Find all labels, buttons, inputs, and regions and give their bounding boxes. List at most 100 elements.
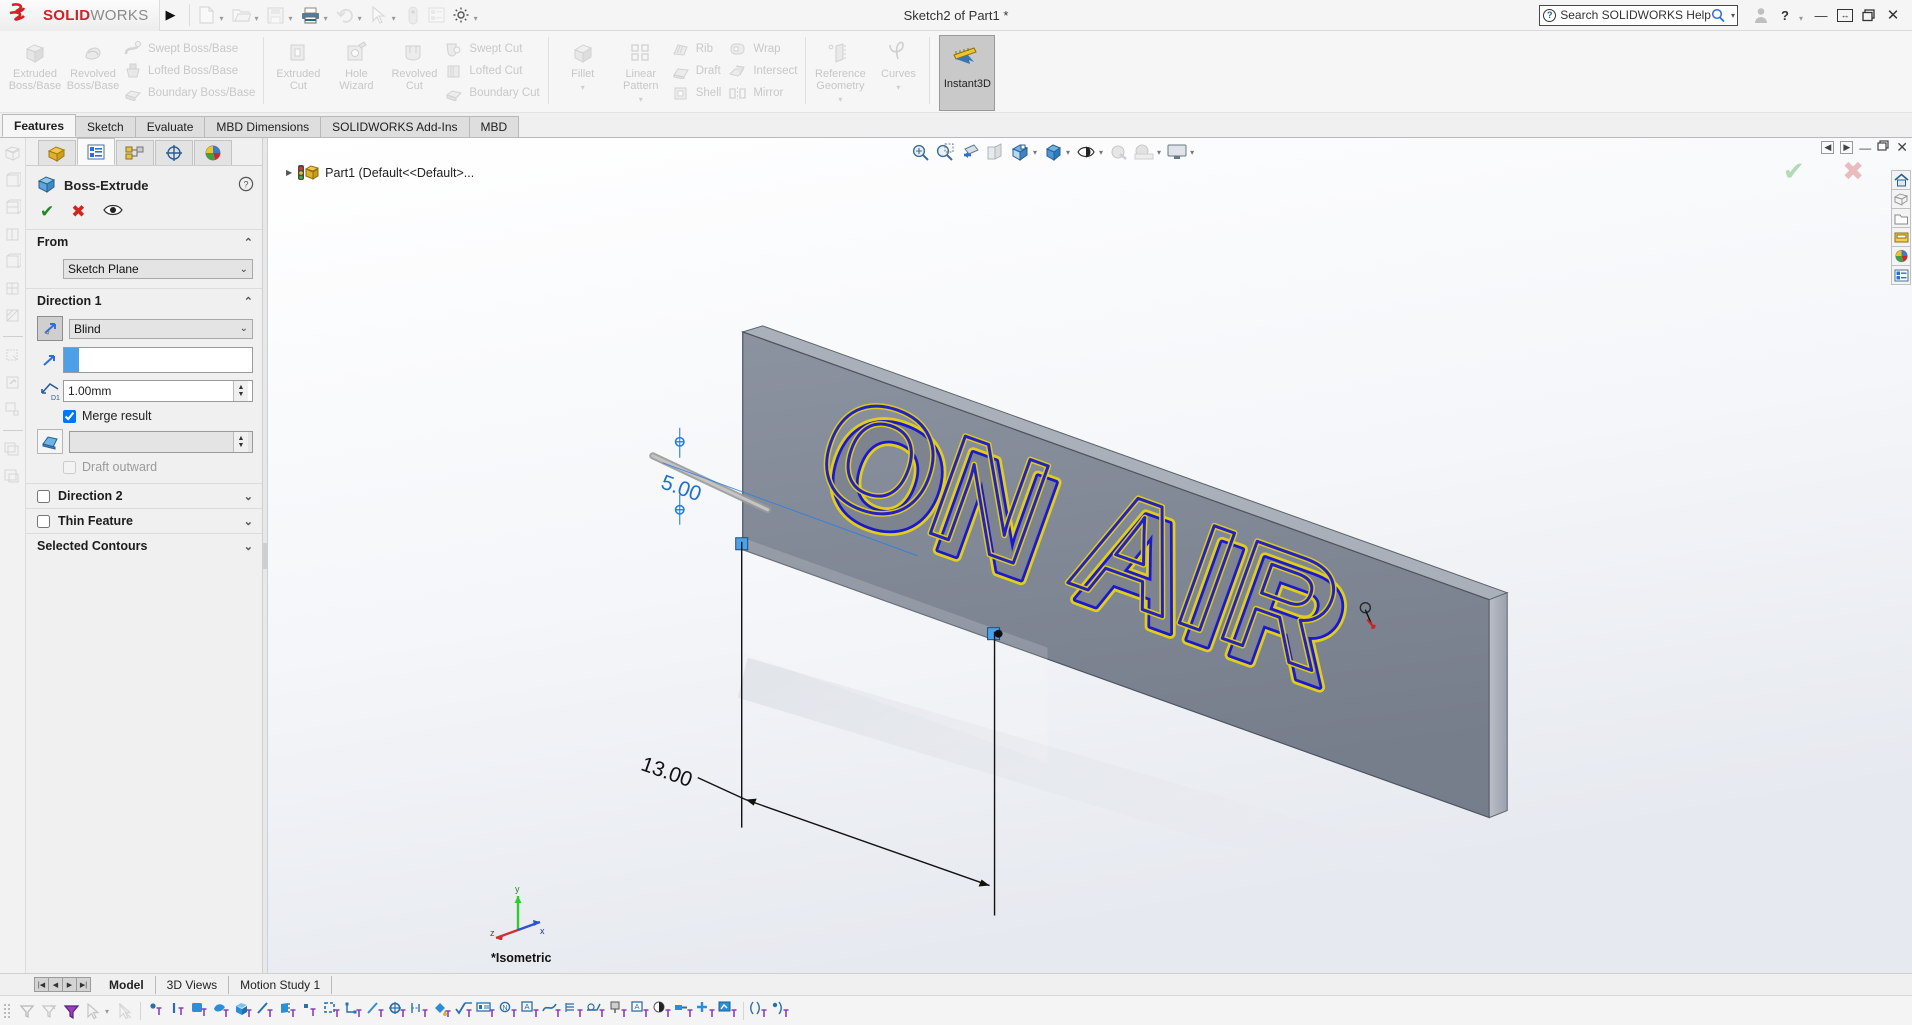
reverse-direction-button[interactable]: [37, 316, 63, 341]
select-arrow-icon[interactable]: [82, 999, 104, 1023]
display-style-dropdown[interactable]: ▾: [1066, 148, 1070, 157]
select-filter-dropdown[interactable]: ▾: [105, 1007, 109, 1016]
draft-toggle-button[interactable]: [37, 429, 63, 454]
lofted-cut-button[interactable]: Lofted Cut: [443, 60, 545, 82]
bottom-tab-3d-views[interactable]: 3D Views: [156, 976, 229, 994]
help-icon[interactable]: ?: [238, 176, 254, 195]
revolved-boss-base-button[interactable]: Revolved Boss/Base: [64, 34, 122, 92]
close-button[interactable]: ✕: [1882, 4, 1904, 26]
rebuild-button[interactable]: [401, 2, 425, 28]
view-back-icon[interactable]: [4, 279, 22, 297]
view-settings-icon[interactable]: [1165, 140, 1189, 164]
search-dropdown-caret[interactable]: ▾: [1731, 11, 1735, 20]
section-header-from[interactable]: From ⌃: [26, 229, 262, 254]
note-filter-icon[interactable]: [475, 999, 497, 1023]
fillet-button[interactable]: Fillet ▾: [554, 34, 612, 94]
intersect-button[interactable]: Intersect: [727, 60, 803, 82]
linear-pattern-button[interactable]: Linear Pattern ▾: [612, 34, 670, 106]
clear-all-filters-icon[interactable]: [770, 999, 792, 1023]
save-document-dropdown[interactable]: ▾: [289, 14, 293, 23]
preview-eye-icon[interactable]: [103, 203, 123, 220]
instant3d-button[interactable]: Instant3D: [939, 35, 995, 111]
apply-scene-dropdown[interactable]: ▾: [1157, 148, 1161, 157]
select-all-filter-icon[interactable]: [748, 999, 770, 1023]
search-input-placeholder[interactable]: Search SOLIDWORKS Help: [1560, 8, 1711, 22]
section-header-direction-1[interactable]: Direction 1 ⌃: [26, 288, 262, 313]
view-section-icon[interactable]: [4, 306, 22, 324]
plane-filter-icon[interactable]: [277, 999, 299, 1023]
draft-angle-input[interactable]: ▲▼: [69, 431, 253, 453]
dimension-filter-icon[interactable]: [409, 999, 431, 1023]
depth-spinner[interactable]: ▲▼: [233, 381, 248, 401]
boundary-boss-base-button[interactable]: Boundary Boss/Base: [122, 82, 261, 104]
datum-filter-icon[interactable]: [607, 999, 629, 1023]
chevron-down-icon[interactable]: ⌄: [240, 323, 248, 334]
last-tab-button[interactable]: ▶|: [76, 977, 91, 992]
fill-filter-icon[interactable]: [431, 999, 453, 1023]
bottom-tab-motion-study[interactable]: Motion Study 1: [229, 976, 332, 994]
surface-filter-icon[interactable]: [211, 999, 233, 1023]
direction-reference-field[interactable]: [63, 347, 253, 373]
new-document-dropdown[interactable]: ▾: [220, 14, 224, 23]
sketch-point-filter-icon[interactable]: [343, 999, 365, 1023]
chevron-down-icon[interactable]: ⌄: [244, 540, 253, 553]
lofted-boss-base-button[interactable]: Lofted Boss/Base: [122, 60, 261, 82]
select-dropdown[interactable]: ▾: [392, 14, 396, 23]
open-document-dropdown[interactable]: ▾: [255, 14, 259, 23]
tab-solidworks-addins[interactable]: SOLIDWORKS Add-Ins: [320, 116, 469, 137]
filter-clear-icon[interactable]: [38, 999, 60, 1023]
component-filter-icon[interactable]: [695, 999, 717, 1023]
view-isometric-icon[interactable]: [4, 144, 22, 162]
end-condition-select[interactable]: Blind ⌄: [69, 319, 253, 339]
curves-dropdown-caret[interactable]: ▾: [896, 82, 900, 94]
point-filter-icon[interactable]: [145, 999, 167, 1023]
options-gear-icon[interactable]: [449, 2, 473, 28]
curves-button[interactable]: Curves ▾: [869, 34, 927, 94]
graphics-viewport[interactable]: ON AIR ON AIR ON AIR ON AIR ON AIR: [268, 138, 1912, 973]
previous-tab-button[interactable]: ◀: [48, 977, 63, 992]
hide-show-items-icon[interactable]: [1074, 140, 1098, 164]
restore-button[interactable]: ↔: [1834, 4, 1856, 26]
file-explorer-icon[interactable]: [1891, 227, 1911, 247]
face-filter-icon[interactable]: [189, 999, 211, 1023]
options-dropdown[interactable]: ▾: [474, 14, 478, 23]
tab-mbd-dimensions[interactable]: MBD Dimensions: [204, 116, 321, 137]
home-icon[interactable]: [1891, 170, 1911, 190]
extruded-cut-button[interactable]: Extruded Cut: [269, 34, 327, 92]
next-pane-button[interactable]: ▶: [1840, 141, 1853, 154]
view-orientation-icon[interactable]: [1008, 140, 1032, 164]
section-header-thin-feature[interactable]: Thin Feature ⌄: [26, 508, 262, 533]
section-header-selected-contours[interactable]: Selected Contours ⌄: [26, 533, 262, 558]
chevron-down-icon[interactable]: ⌄: [244, 515, 253, 528]
display-manager-tab[interactable]: [194, 140, 232, 165]
display-style-icon[interactable]: [1041, 140, 1065, 164]
chevron-up-icon[interactable]: ⌃: [244, 295, 253, 308]
previous-pane-button[interactable]: ◀: [1821, 141, 1834, 154]
sketch-segment-filter-icon[interactable]: [365, 999, 387, 1023]
tab-features[interactable]: Features: [2, 114, 76, 137]
surface-finish-filter-icon[interactable]: N: [497, 999, 519, 1023]
reference-geometry-dropdown-caret[interactable]: ▾: [838, 94, 842, 106]
toolbar-grip[interactable]: [4, 1001, 12, 1021]
view-orientation-dropdown[interactable]: ▾: [1033, 148, 1037, 157]
filter-icon[interactable]: [16, 999, 38, 1023]
previous-view-icon[interactable]: [958, 140, 982, 164]
undo-button[interactable]: [333, 2, 357, 28]
chevron-up-icon[interactable]: ⌃: [244, 236, 253, 249]
configuration-manager-tab[interactable]: [116, 140, 154, 165]
swept-cut-button[interactable]: Swept Cut: [443, 38, 545, 60]
edit-appearance-icon[interactable]: [1107, 140, 1131, 164]
appearances-icon[interactable]: [1891, 246, 1911, 266]
filter-active-icon[interactable]: [60, 999, 82, 1023]
viewport-canvas[interactable]: ON AIR ON AIR ON AIR ON AIR ON AIR: [268, 138, 1912, 973]
edit-sketch-icon[interactable]: [4, 373, 22, 391]
solid-body-filter-icon[interactable]: [233, 999, 255, 1023]
confirm-corner-cancel-icon[interactable]: ✖: [1842, 156, 1864, 186]
depth-input[interactable]: 1.00mm ▲▼: [63, 380, 253, 402]
thin-feature-checkbox[interactable]: [37, 515, 50, 528]
merge-result-row[interactable]: Merge result: [26, 406, 262, 426]
tab-mbd[interactable]: MBD: [469, 116, 520, 137]
view-settings-dropdown[interactable]: ▾: [1190, 148, 1194, 157]
extruded-boss-base-button[interactable]: Extruded Boss/Base: [6, 34, 64, 92]
view-top-icon[interactable]: [4, 198, 22, 216]
